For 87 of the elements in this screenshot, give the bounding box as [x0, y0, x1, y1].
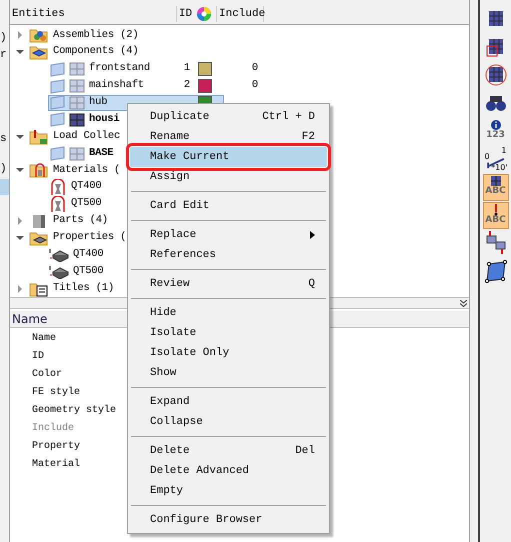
toolbar-button[interactable]: 123	[482, 118, 508, 145]
tree-item[interactable]: Parts (4)	[28, 213, 111, 230]
id-cell-text: 2	[182, 78, 190, 94]
folder-icon	[29, 280, 49, 297]
tree-item[interactable]: QT400	[48, 179, 105, 196]
material-icon	[49, 196, 67, 212]
menu-item[interactable]: Collapse	[130, 412, 327, 432]
chevron-down-icon[interactable]	[460, 300, 467, 306]
menu-item[interactable]: Empty	[130, 481, 327, 501]
property-icon	[49, 264, 69, 279]
tree-item[interactable]: frontstand	[48, 61, 154, 78]
include-cell-text: 0	[250, 61, 258, 76]
menu-item[interactable]: Review Q	[130, 274, 327, 294]
surface-icon	[49, 146, 66, 162]
label-icon	[490, 175, 502, 187]
menu-item[interactable]: Replace	[130, 225, 327, 245]
side-row[interactable]: )	[0, 161, 9, 177]
color-wheel-icon	[196, 6, 212, 22]
expander-icon[interactable]	[16, 132, 24, 141]
menu-item[interactable]: Card Edit	[130, 196, 327, 216]
tree-item[interactable]: Materials (	[28, 162, 124, 178]
id-cell-text: 1	[182, 61, 190, 76]
property-label: Name	[32, 332, 56, 346]
property-label: Property	[32, 440, 80, 454]
column-header[interactable]: Entities	[10, 6, 176, 22]
info-icon	[490, 119, 502, 131]
surface-icon	[49, 95, 66, 110]
tree-item[interactable]: Properties (	[28, 230, 130, 246]
surface-icon	[49, 62, 66, 77]
property-label: FE style	[32, 386, 80, 400]
folder-icon	[29, 27, 49, 44]
menu-item[interactable]: Show	[130, 363, 327, 383]
property-label: Color	[32, 368, 62, 382]
property-label: ID	[32, 350, 44, 364]
menu-item[interactable]: Expand	[130, 392, 327, 412]
tree-item[interactable]: Assemblies (2)	[28, 27, 142, 44]
mesh-icon	[69, 146, 85, 161]
tree-item[interactable]: Load Collec	[28, 128, 124, 145]
expander-icon[interactable]	[16, 48, 24, 56]
folder-icon	[29, 162, 49, 178]
property-label: Material	[32, 458, 80, 472]
side-row[interactable]: r	[0, 47, 9, 63]
expander-icon[interactable]	[16, 166, 24, 174]
toolbar-button[interactable]: 0 1 *10'	[482, 146, 508, 173]
menu-item[interactable]: References	[130, 245, 327, 265]
menu-item[interactable]: Isolate Only	[130, 343, 327, 363]
menu-item[interactable]: Delete Advanced	[130, 461, 327, 481]
tree-item[interactable]: QT500	[48, 196, 105, 212]
label-icon	[494, 203, 498, 216]
expander-icon[interactable]	[16, 234, 24, 242]
mesh-icon	[69, 96, 85, 110]
property-label: Include	[32, 422, 74, 436]
side-row[interactable]: s	[0, 131, 9, 147]
property-label: Geometry style	[32, 404, 116, 418]
plane-icon	[484, 259, 508, 283]
column-header[interactable]: Name	[12, 310, 48, 328]
toolbar-button[interactable]	[482, 258, 508, 285]
property-icon	[49, 248, 69, 262]
tree-item[interactable]: QT400	[48, 246, 107, 263]
menu-item[interactable]: Rename F2	[130, 127, 327, 147]
menu-item[interactable]: Make Current	[130, 147, 327, 167]
tree-item[interactable]: Components (4)	[28, 44, 142, 60]
tree-item[interactable]: Titles (1)	[28, 280, 118, 297]
material-icon	[49, 179, 67, 196]
menu-item[interactable]: Configure Browser	[130, 510, 327, 530]
column-header[interactable]: Include	[216, 6, 264, 22]
toolbar-button[interactable]: ABC	[482, 202, 508, 229]
tree-item[interactable]: housi	[48, 112, 123, 128]
mesh-icon	[69, 112, 85, 127]
menu-item[interactable]: Assign	[130, 167, 327, 187]
include-cell-text: 0	[250, 78, 258, 94]
mesh-icon	[69, 62, 85, 76]
folder-icon	[29, 230, 49, 246]
folder-icon	[29, 44, 49, 60]
mesh-icon	[69, 79, 85, 94]
side-row[interactable]: )	[0, 30, 9, 46]
reorder-icon	[484, 231, 508, 255]
menu-item[interactable]: Delete Del	[130, 441, 327, 461]
menu-item[interactable]: Hide	[130, 303, 327, 323]
tree-item[interactable]: QT500	[48, 264, 107, 280]
tree-item[interactable]: BASE	[48, 146, 116, 162]
column-header[interactable]: ID	[176, 6, 194, 22]
tree-item[interactable]: mainshaft	[48, 78, 147, 94]
toolbar-button[interactable]: ABC	[482, 174, 508, 201]
folder-icon	[29, 128, 49, 145]
mesh-icon	[484, 63, 508, 87]
menu-item[interactable]: Isolate	[130, 323, 327, 343]
